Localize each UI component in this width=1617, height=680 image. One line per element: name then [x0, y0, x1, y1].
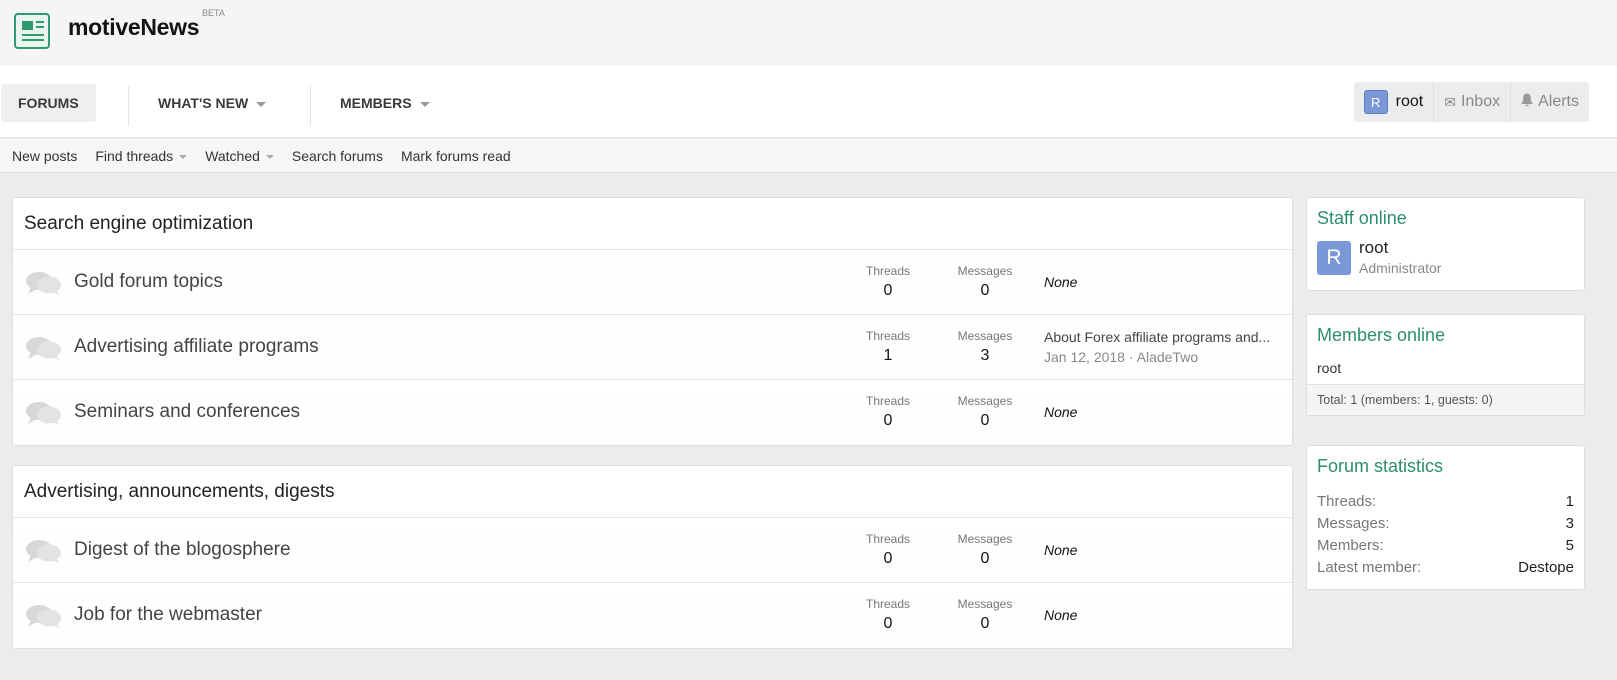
staff-role: Administrator: [1359, 260, 1442, 276]
forum-title[interactable]: Gold forum topics: [74, 271, 223, 293]
avatar: R: [1363, 90, 1388, 114]
staff-online-title[interactable]: Staff online: [1307, 198, 1584, 229]
search-forums-link[interactable]: Search forums: [292, 148, 383, 164]
forum-statistics-widget: Forum statistics Threads: 1 Messages: 3 Me…: [1306, 445, 1585, 590]
latest-member-link[interactable]: Destope: [1518, 557, 1574, 579]
main-navbar: FORUMS WHAT'S NEW MEMBERS R root ✉ Inbox…: [0, 66, 1617, 138]
messages-stat: Messages 0: [957, 597, 1013, 632]
site-header: motiveNews BETA: [0, 0, 1617, 66]
tab-forums[interactable]: FORUMS: [1, 84, 96, 122]
threads-stat: Threads 0: [865, 597, 911, 632]
watched-menu[interactable]: Watched: [205, 148, 274, 164]
latest-post: None: [1044, 542, 1078, 558]
stat-row: Messages: 3: [1317, 515, 1574, 532]
beta-badge: BETA: [202, 8, 225, 18]
latest-post: None: [1044, 404, 1078, 420]
forum-title[interactable]: Seminars and conferences: [74, 401, 300, 423]
forum-title[interactable]: Digest of the blogosphere: [74, 539, 291, 561]
stat-row: Threads: 1: [1317, 493, 1574, 510]
forum-row: Gold forum topics Threads 0 Messages 0 Non…: [13, 250, 1292, 315]
chat-bubbles-icon: [26, 540, 61, 563]
avatar[interactable]: R: [1317, 241, 1351, 275]
sub-navigation: New posts Find threads Watched Search fo…: [0, 139, 1617, 173]
chat-bubbles-icon: [26, 402, 61, 425]
forum-statistics-title: Forum statistics: [1317, 456, 1444, 476]
chevron-down-icon: [265, 154, 274, 159]
find-threads-menu[interactable]: Find threads: [95, 148, 188, 164]
inbox-button[interactable]: ✉ Inbox: [1433, 82, 1510, 122]
threads-stat: Threads 0: [865, 532, 911, 567]
bell-icon: [1521, 82, 1533, 122]
envelope-icon: ✉: [1444, 94, 1456, 110]
forum-row: Seminars and conferences Threads 0 Messag…: [13, 380, 1292, 445]
chat-bubbles-icon: [26, 272, 61, 295]
stat-row: Members: 5: [1317, 537, 1574, 554]
forum-title[interactable]: Job for the webmaster: [74, 604, 262, 626]
new-posts-link[interactable]: New posts: [12, 148, 77, 164]
members-online-title[interactable]: Members online: [1307, 315, 1584, 346]
chevron-down-icon: [256, 101, 267, 107]
alerts-button[interactable]: Alerts: [1510, 82, 1589, 122]
latest-post-meta[interactable]: Jan 12, 2018 · AladeTwo: [1044, 349, 1284, 365]
members-online-widget: Members online root Total: 1 (members: 1…: [1306, 314, 1585, 416]
online-total: Total: 1 (members: 1, guests: 0): [1307, 384, 1584, 415]
user-controls: R root ✉ Inbox Alerts: [1353, 82, 1589, 122]
threads-stat: Threads 1: [865, 329, 911, 364]
messages-stat: Messages 0: [957, 394, 1013, 429]
account-button[interactable]: R root: [1354, 82, 1434, 122]
latest-post: None: [1044, 607, 1078, 623]
chevron-down-icon: [419, 101, 430, 107]
online-member-link[interactable]: root: [1307, 346, 1584, 384]
forum-title[interactable]: Advertising affiliate programs: [74, 336, 319, 358]
staff-name[interactable]: root: [1359, 238, 1441, 258]
latest-thread-link[interactable]: About Forex affiliate programs and...: [1044, 329, 1284, 345]
chat-bubbles-icon: [26, 605, 61, 628]
newspaper-logo-icon[interactable]: [14, 13, 50, 49]
category-title[interactable]: Search engine optimization: [13, 198, 1292, 250]
latest-post: About Forex affiliate programs and... Ja…: [1044, 329, 1284, 365]
forum-row: Job for the webmaster Threads 0 Messages 0…: [13, 583, 1292, 648]
chevron-down-icon: [179, 154, 188, 159]
mark-forums-read-link[interactable]: Mark forums read: [401, 148, 511, 164]
tab-members[interactable]: MEMBERS: [323, 84, 447, 122]
threads-stat: Threads 0: [865, 394, 911, 429]
messages-stat: Messages 0: [957, 264, 1013, 299]
chat-bubbles-icon: [26, 337, 61, 360]
messages-stat: Messages 3: [957, 329, 1013, 364]
latest-post: None: [1044, 274, 1078, 290]
category-block: Search engine optimization Gold forum to…: [12, 197, 1293, 446]
forum-row: Advertising affiliate programs Threads 1 …: [13, 315, 1292, 380]
staff-online-widget: Staff online R root Administrator: [1306, 197, 1585, 291]
stat-row: Latest member: Destope: [1307, 557, 1584, 579]
site-logo-text[interactable]: motiveNews: [68, 14, 200, 41]
account-name: root: [1395, 93, 1424, 110]
category-title[interactable]: Advertising, announcements, digests: [13, 466, 1292, 518]
staff-member: R root Administrator: [1307, 229, 1584, 288]
tab-whats-new[interactable]: WHAT'S NEW: [141, 84, 283, 122]
messages-stat: Messages 0: [957, 532, 1013, 567]
category-block: Advertising, announcements, digests Dige…: [12, 465, 1293, 649]
forum-row: Digest of the blogosphere Threads 0 Messa…: [13, 518, 1292, 583]
threads-stat: Threads 0: [865, 264, 911, 299]
